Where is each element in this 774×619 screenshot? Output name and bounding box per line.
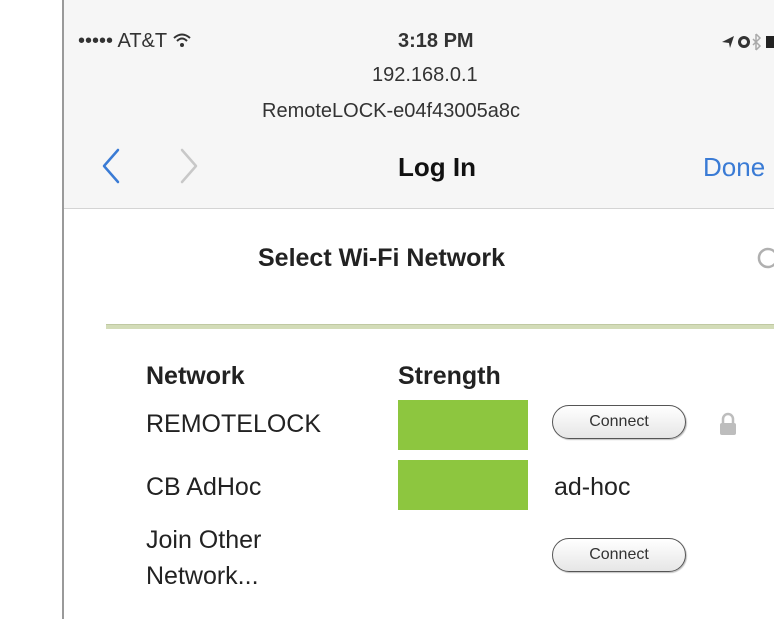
status-carrier: ••••• AT&T: [78, 30, 192, 53]
bluetooth-icon: [752, 33, 762, 51]
forward-chevron-icon[interactable]: [174, 146, 204, 186]
address-device: RemoteLOCK-e04f43005a8c: [262, 100, 520, 122]
join-other-network-label: Join Other Network...: [146, 522, 261, 594]
connect-button-remotelock[interactable]: Connect: [552, 405, 686, 439]
network-name-cb-adhoc: CB AdHoc: [146, 473, 262, 501]
column-header-network: Network: [146, 362, 245, 390]
status-time: 3:18 PM: [398, 30, 474, 52]
address-host: 192.168.0.1: [372, 64, 478, 86]
join-other-line2: Network...: [146, 562, 259, 590]
column-header-strength: Strength: [398, 362, 501, 390]
network-type-label: ad-hoc: [554, 473, 631, 501]
lock-icon: [720, 412, 736, 435]
location-icon: [722, 36, 734, 48]
battery-icon: [766, 36, 774, 48]
done-button[interactable]: Done: [703, 152, 765, 183]
carrier-label: ••••• AT&T: [78, 30, 167, 52]
status-icons: [722, 33, 774, 51]
strength-bar-remotelock: [398, 400, 528, 450]
refresh-icon[interactable]: [756, 246, 774, 270]
join-other-line1: Join Other: [146, 526, 262, 554]
connect-button-join-other[interactable]: Connect: [552, 538, 686, 572]
section-divider: [106, 324, 774, 329]
alarm-icon: [738, 36, 750, 48]
page-title: Log In: [398, 152, 476, 182]
wifi-icon: [173, 33, 191, 47]
strength-bar-cb-adhoc: [398, 460, 528, 510]
network-name-remotelock: REMOTELOCK: [146, 410, 322, 438]
back-chevron-icon[interactable]: [96, 146, 126, 186]
network-select-heading: Select Wi-Fi Network: [258, 244, 506, 272]
